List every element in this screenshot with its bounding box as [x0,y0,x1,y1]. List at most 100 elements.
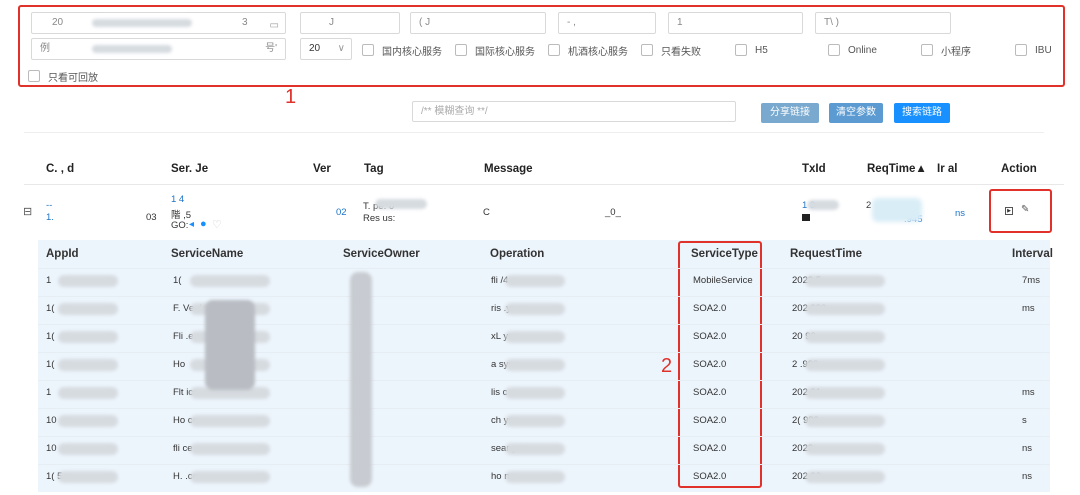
header-underline [24,184,1064,185]
checkbox-box [641,44,653,56]
redacted-blur [505,331,565,343]
checkbox-label: Online [848,44,877,56]
checkbox-miniprogram[interactable]: 小程序 [921,43,971,58]
heart-icon[interactable]: ♡ [212,218,222,231]
share-icon[interactable]: ◂ [189,219,194,230]
redacted-blur [505,275,565,287]
col-interval-header[interactable]: Ir al [937,163,957,175]
checkbox-failed-only[interactable]: 只看失败 [641,43,701,58]
redacted-blur [58,443,118,455]
col-ver-header[interactable]: Ver [313,163,331,175]
sub-col-appid: AppId [46,248,79,260]
row-interval: ns [955,208,966,219]
redacted-blur [805,275,885,287]
sub-cell-servicetype: SOA2.0 [693,387,727,398]
edit-icon[interactable]: ✎ [1021,204,1029,215]
filter-field-2-value: J [329,17,334,28]
row-message-tail: _0_ [605,207,621,218]
redacted-blur [58,471,118,483]
search-trace-button[interactable]: 搜索链路 [894,103,950,123]
sub-cell-interval: s [1022,415,1027,426]
redacted-blur [58,387,118,399]
checkbox-box [362,44,374,56]
sub-col-servicename: ServiceName [171,248,244,260]
table-row-divider [38,268,1050,269]
filter-field-6-value: T\ ) [824,17,839,28]
sub-cell-appid: 1( [46,359,55,370]
sub-cell-servicetype: SOA2.0 [693,415,727,426]
row-go-label: GO: [171,220,189,231]
redacted-blur [190,443,270,455]
filter-field-2[interactable]: J [300,12,400,34]
location-pin-icon[interactable]: ● [200,218,207,230]
calendar-icon[interactable]: ▭ [270,16,279,33]
table-row-divider [38,380,1050,381]
col-txid-header[interactable]: TxId [802,163,826,175]
checkbox-hotel[interactable]: 机酒核心服务 [548,43,628,58]
checkbox-ibu[interactable]: IBU [1015,43,1052,57]
checkbox-label: 国内核心服务 [382,46,442,58]
page-size-select[interactable]: 20 ∨ [300,38,352,60]
filter-field-4[interactable]: - , [558,12,656,34]
redacted-blur [505,415,565,427]
sub-cell-appid: 1( [46,303,55,314]
date-end-value: 3 [242,17,248,28]
sub-cell-appid: 10 [46,443,57,454]
checkbox-label: H5 [755,44,768,56]
filter-field-3[interactable]: ( J [410,12,546,34]
date-range-input[interactable]: 20 3 ▭ [31,12,286,34]
redacted-blur [805,359,885,371]
sub-cell-servicetype: SOA2.0 [693,443,727,454]
checkbox-box [735,44,747,56]
filter-field-5[interactable]: 1 [668,12,803,34]
col-reqtime-header[interactable]: ReqTime▲ [867,163,927,175]
redacted-blur [805,415,885,427]
row-appid-tail: 03 [146,212,157,223]
table-row-divider [38,324,1050,325]
checkbox-domestic[interactable]: 国内核心服务 [362,43,442,58]
sub-cell-appid: 1 [46,275,52,286]
copy-icon[interactable] [802,214,810,221]
fuzzy-search-input[interactable]: /** 模糊查询 **/ [412,101,736,122]
checkbox-box [548,44,560,56]
filter-field-4-value: - , [567,17,576,28]
expand-toggle-icon[interactable]: ⊟ [23,205,32,218]
share-link-button[interactable]: 分享链接 [761,103,819,123]
example-input[interactable]: 例 号' [31,38,286,60]
row-message: C [483,207,490,218]
checkbox-international[interactable]: 国际核心服务 [455,43,535,58]
redacted-blur [805,331,885,343]
col-appid-header[interactable]: C. , d [46,163,74,175]
sub-cell-appid: 10 [46,415,57,426]
row-service-line1[interactable]: 1 4 [171,194,184,205]
play-icon[interactable]: ▶ [1005,207,1013,215]
redacted-blur [58,275,118,287]
sub-col-serviceowner: ServiceOwner [343,248,420,260]
sub-cell-servicetype: SOA2.0 [693,331,727,342]
table-row-divider [38,464,1050,465]
checkbox-h5[interactable]: H5 [735,43,768,57]
sub-cell-interval: ms [1022,303,1035,314]
col-service-header[interactable]: Ser. Je [171,163,208,175]
col-tag-header[interactable]: Tag [364,163,384,175]
checkbox-label: 只看失败 [661,46,701,58]
col-message-header[interactable]: Message [484,163,533,175]
checkbox-label: IBU [1035,44,1052,56]
redacted-blur [375,199,427,209]
redacted-blur [58,303,118,315]
table-row-divider [38,352,1050,353]
checkbox-online[interactable]: Online [828,43,877,57]
checkbox-playback-only[interactable]: 只看可回放 [28,69,98,84]
redacted-blur [505,359,565,371]
filter-field-6[interactable]: T\ ) [815,12,951,34]
checkbox-box [455,44,467,56]
redacted-blur [92,45,172,53]
divider [24,132,1044,133]
col-action-header: Action [1001,163,1037,175]
redacted-blur [807,200,839,210]
redacted-blur [805,387,885,399]
table-row-divider [38,408,1050,409]
clear-params-button[interactable]: 清空参数 [829,103,883,123]
sub-cell-interval: 7ms [1022,275,1040,286]
sub-col-operation: Operation [490,248,545,260]
